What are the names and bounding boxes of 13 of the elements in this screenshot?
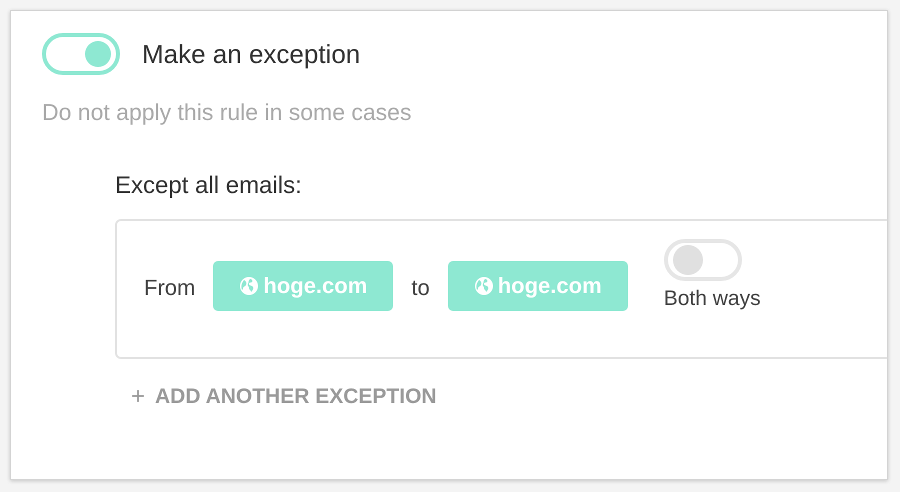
toggle-label: Make an exception [142,38,360,70]
toggle-label: Both ways [664,287,761,311]
domain-chip[interactable]: hoge.com [448,261,628,311]
toggle-switch[interactable] [42,33,120,75]
globe-icon [239,276,260,296]
description-text: Do not apply this rule in some cases [42,99,412,126]
toggle-switch[interactable] [664,239,742,281]
add-exception-button[interactable]: + ADD ANOTHER EXCEPTION [131,383,437,411]
from-label: From [144,275,196,301]
section-title: Except all emails: [115,172,302,200]
domain-chip[interactable]: hoge.com [213,261,394,311]
to-label: to [411,275,430,301]
globe-icon [474,276,494,296]
